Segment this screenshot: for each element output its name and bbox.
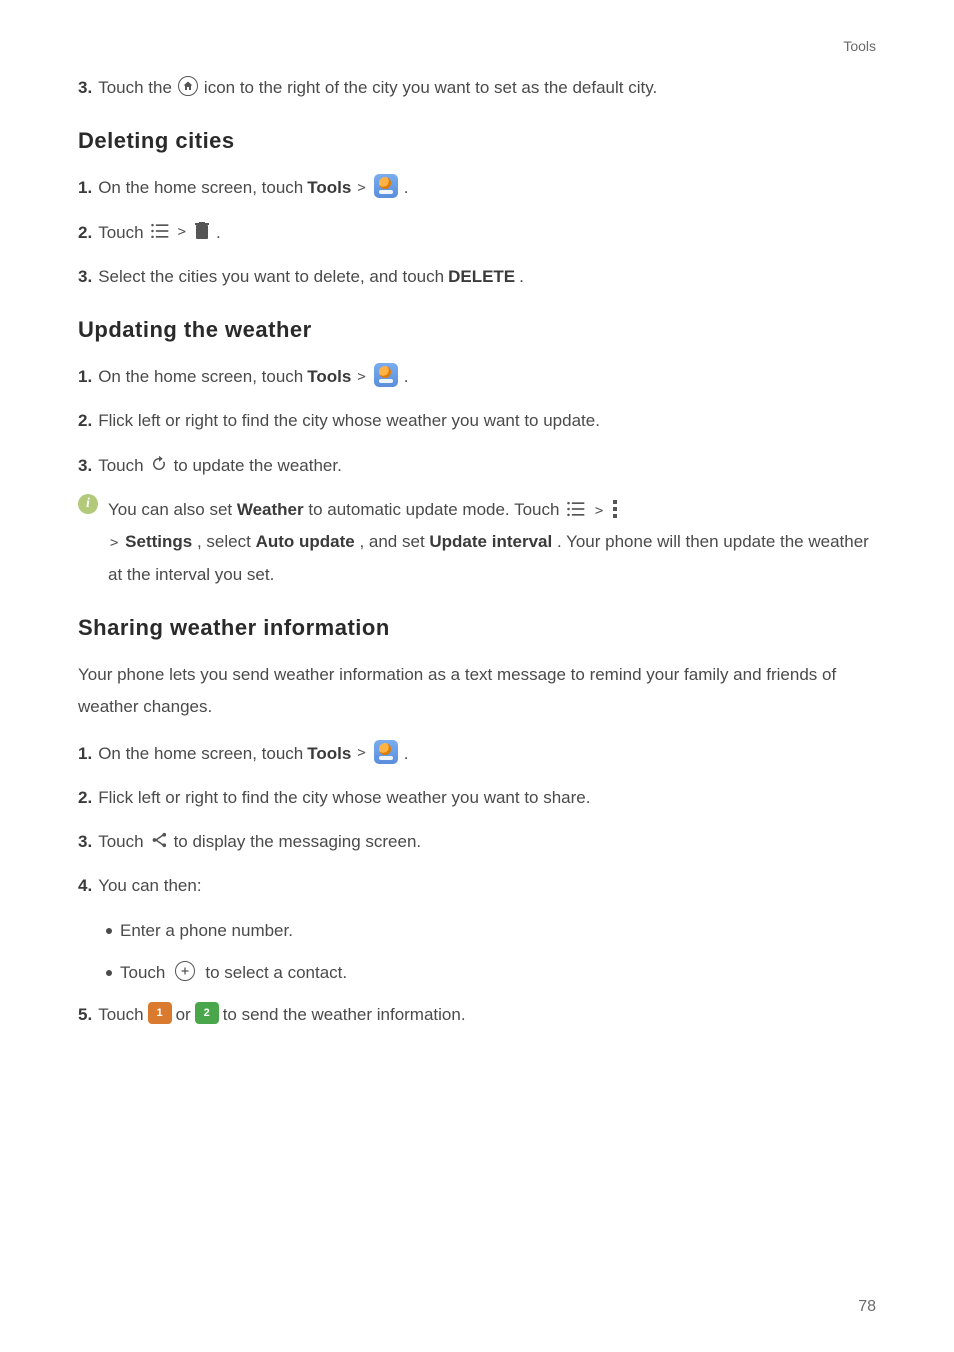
info-text: , select [197,532,256,551]
step-number: 3. [78,261,92,293]
step-number: 1. [78,361,92,393]
share-icon [150,831,168,849]
step-text: On the home screen, touch [98,361,303,393]
info-note: i You can also set Weather to automatic … [78,494,876,591]
info-text: to automatic update mode. Touch [308,500,564,519]
info-text: , and set [359,532,429,551]
header-section-label: Tools [78,38,876,54]
updating-step-2: 2. Flick left or right to find the city … [78,405,876,437]
add-contact-icon [175,961,195,981]
step-text: to display the messaging screen. [174,826,422,858]
breadcrumb-separator: > [593,503,605,519]
weather-app-icon [374,363,398,387]
step-number: 4. [78,870,92,902]
step-text: . [404,361,409,393]
step-number: 3. [78,72,92,104]
set-default-city-step: 3. Touch the icon to the right of the ci… [78,72,876,104]
settings-label: Settings [125,532,192,551]
bullet-text: to select a contact. [205,957,347,989]
step-number: 2. [78,782,92,814]
trash-icon [194,221,210,241]
breadcrumb-separator: > [355,740,367,767]
sharing-step-5: 5. Touch 1 or 2 to send the weather info… [78,999,876,1031]
step-text: Select the cities you want to delete, an… [98,261,444,293]
step-text: to send the weather information. [223,999,466,1031]
step-number: 3. [78,826,92,858]
auto-update-label: Auto update [256,532,355,551]
step-text: Touch [98,999,143,1031]
sharing-step-2: 2. Flick left or right to find the city … [78,782,876,814]
step-text: You can then: [98,870,201,902]
deleting-step-3: 3. Select the cities you want to delete,… [78,261,876,293]
step-text: Flick left or right to find the city who… [98,405,600,437]
sharing-step-1: 1. On the home screen, touch Tools > . [78,738,876,770]
step-number: 5. [78,999,92,1031]
update-interval-label: Update interval [429,532,552,551]
overflow-menu-icon [612,499,618,519]
heading-updating-weather: Updating the weather [78,317,876,343]
step-text: or [176,999,191,1031]
tools-label: Tools [307,361,351,393]
tools-label: Tools [307,738,351,770]
step-number: 1. [78,738,92,770]
bullet-icon [106,970,112,976]
step-text: . [216,217,221,249]
info-icon: i [78,494,98,514]
step-text: On the home screen, touch [98,172,303,204]
delete-label: DELETE [448,261,515,293]
refresh-icon [150,455,168,473]
list-icon [150,222,170,240]
step-text: Touch [98,826,143,858]
bullet-enter-phone: Enter a phone number. [106,915,876,947]
info-text: You can also set [108,500,237,519]
updating-step-1: 1. On the home screen, touch Tools > . [78,361,876,393]
bullet-text: Enter a phone number. [120,915,293,947]
step-number: 2. [78,405,92,437]
step-text: Touch [98,450,143,482]
breadcrumb-separator: > [108,535,120,551]
sim2-icon: 2 [195,1002,219,1024]
heading-sharing-weather: Sharing weather information [78,615,876,641]
step-text: to update the weather. [174,450,342,482]
step-text: Touch [98,217,143,249]
step-number: 1. [78,172,92,204]
step-text: Flick left or right to find the city who… [98,782,590,814]
page-number: 78 [858,1298,876,1316]
sharing-step-4: 4. You can then: [78,870,876,902]
breadcrumb-separator: > [355,364,367,391]
heading-deleting-cities: Deleting cities [78,128,876,154]
breadcrumb-separator: > [176,219,188,246]
step-text: Touch the [98,72,172,104]
deleting-step-1: 1. On the home screen, touch Tools > . [78,172,876,204]
home-icon [178,76,198,96]
sharing-step-3: 3. Touch to display the messaging screen… [78,826,876,858]
step-number: 3. [78,450,92,482]
breadcrumb-separator: > [355,175,367,202]
step-text: . [404,738,409,770]
weather-label: Weather [237,500,304,519]
weather-app-icon [374,740,398,764]
sharing-intro: Your phone lets you send weather informa… [78,659,876,724]
sim1-icon: 1 [148,1002,172,1024]
step-text: On the home screen, touch [98,738,303,770]
bullet-select-contact: Touch to select a contact. [106,957,876,989]
list-icon [566,500,586,518]
step-number: 2. [78,217,92,249]
step-text: . [404,172,409,204]
step-text: icon to the right of the city you want t… [204,72,657,104]
deleting-step-2: 2. Touch > . [78,217,876,249]
bullet-text: Touch [120,957,165,989]
tools-label: Tools [307,172,351,204]
updating-step-3: 3. Touch to update the weather. [78,450,876,482]
weather-app-icon [374,174,398,198]
step-text: . [519,261,524,293]
bullet-icon [106,928,112,934]
